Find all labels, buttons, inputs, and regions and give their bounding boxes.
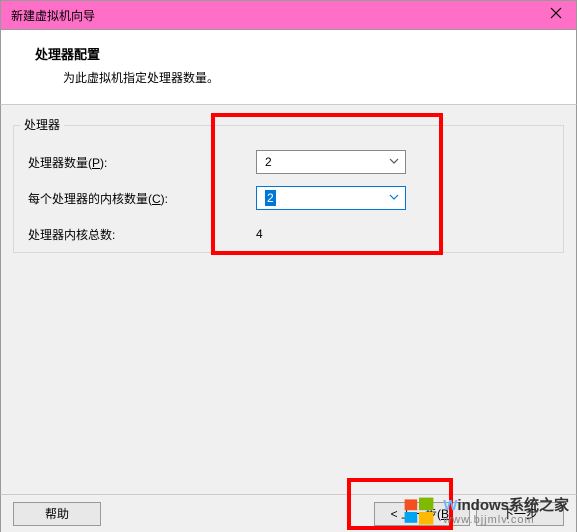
cores-per-processor-label: 每个处理器的内核数量(C): [26,190,256,207]
processor-count-dropdown[interactable]: 2 [256,150,406,174]
wizard-content: 处理器 处理器数量(P): 2 每个处理器的内核数量(C): 2 [0,105,577,509]
cores-per-processor-value: 2 [265,190,276,206]
cores-per-processor-row: 每个处理器的内核数量(C): 2 [26,180,551,216]
titlebar: 新建虚拟机向导 [0,0,577,30]
total-cores-row: 处理器内核总数: 4 [26,216,551,252]
group-title: 处理器 [20,116,64,133]
cores-per-processor-dropdown[interactable]: 2 [256,186,406,210]
processor-count-row: 处理器数量(P): 2 [26,144,551,180]
close-button[interactable] [544,3,568,27]
next-button[interactable]: 下一步 [476,502,564,526]
wizard-footer: 帮助 < 上一步(B) 下一步 [0,494,577,532]
close-icon [550,6,562,24]
processor-count-label: 处理器数量(P): [26,154,256,171]
back-button[interactable]: < 上一步(B) [374,502,470,526]
total-cores-value: 4 [256,227,263,241]
help-button[interactable]: 帮助 [13,502,101,526]
processor-count-value: 2 [265,155,272,169]
page-subtitle: 为此虚拟机指定处理器数量。 [63,69,556,86]
page-title: 处理器配置 [35,44,556,63]
window-title: 新建虚拟机向导 [11,7,95,24]
processors-group: 处理器 处理器数量(P): 2 每个处理器的内核数量(C): 2 [13,125,564,253]
total-cores-label: 处理器内核总数: [26,226,256,243]
chevron-down-icon [389,155,399,169]
wizard-header: 处理器配置 为此虚拟机指定处理器数量。 [0,30,577,105]
chevron-down-icon [389,191,399,205]
